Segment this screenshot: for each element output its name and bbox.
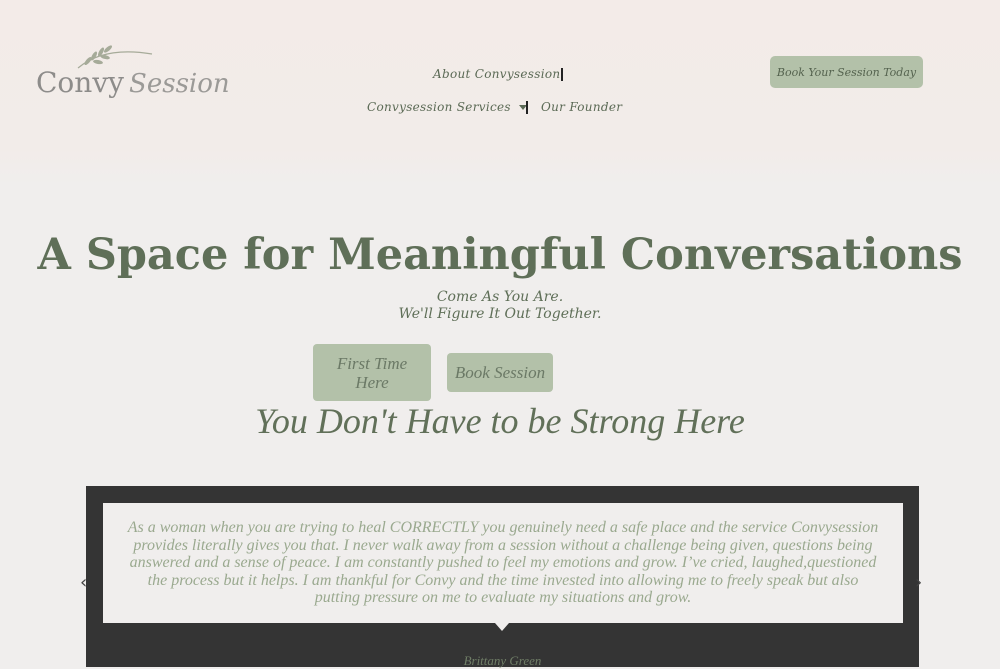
logo-session: Session bbox=[129, 69, 230, 99]
book-session-button[interactable]: Book Session bbox=[447, 353, 553, 392]
book-your-session-button[interactable]: Book Your Session Today bbox=[770, 56, 923, 88]
first-time-here-button[interactable]: First Time Here bbox=[313, 344, 431, 401]
hero-subtitle-1: Come As You Are. bbox=[436, 289, 564, 305]
chevron-right-icon[interactable]: › bbox=[915, 572, 922, 593]
nav-about-link[interactable]: About Convysession bbox=[433, 67, 560, 81]
testimonial-carousel: As a woman when you are trying to heal C… bbox=[86, 486, 919, 668]
logo-wordmark: Convy Session bbox=[36, 66, 230, 99]
nav-separator bbox=[561, 68, 563, 81]
chevron-left-icon[interactable]: ‹ bbox=[80, 572, 87, 593]
quote-pointer bbox=[495, 623, 509, 631]
site-header: Convy Session About Convysession Convyse… bbox=[0, 0, 1000, 185]
logo-convy: Convy bbox=[36, 66, 124, 99]
nav-separator bbox=[526, 101, 528, 114]
logo[interactable]: Convy Session bbox=[34, 42, 230, 108]
nav-founder-link[interactable]: Our Founder bbox=[541, 100, 622, 114]
section-heading: You Don't Have to be Strong Here bbox=[255, 401, 745, 441]
hero-subtitle-2: We'll Figure It Out Together. bbox=[398, 306, 602, 322]
testimonial-quote: As a woman when you are trying to heal C… bbox=[103, 503, 903, 623]
nav-services-label: Convysession Services bbox=[367, 100, 511, 114]
hero-title: A Space for Meaningful Conversations bbox=[37, 230, 963, 280]
nav-services-link[interactable]: Convysession Services bbox=[367, 100, 527, 114]
